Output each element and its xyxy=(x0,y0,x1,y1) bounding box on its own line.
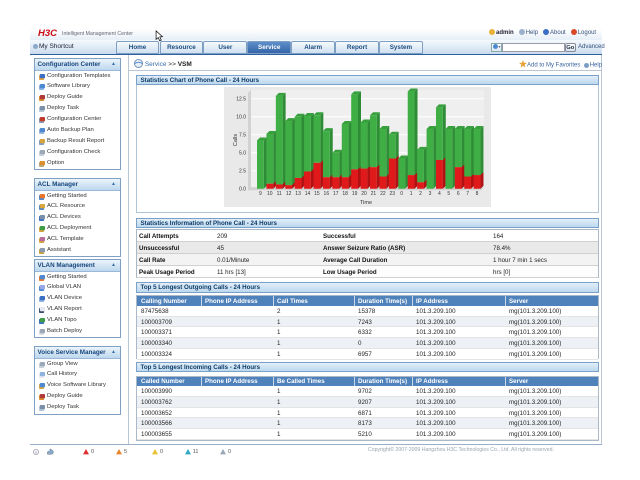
svg-text:6: 6 xyxy=(457,191,460,197)
svg-text:12: 12 xyxy=(286,191,292,197)
svg-text:9: 9 xyxy=(259,191,262,197)
svg-text:14: 14 xyxy=(305,191,311,197)
svg-text:0.0: 0.0 xyxy=(239,187,246,193)
svg-text:8: 8 xyxy=(476,191,479,197)
svg-text:4: 4 xyxy=(438,191,441,197)
svg-text:1: 1 xyxy=(410,191,413,197)
svg-text:2.5: 2.5 xyxy=(239,169,246,175)
svg-text:0: 0 xyxy=(400,191,403,197)
svg-text:17: 17 xyxy=(333,191,339,197)
svg-text:23: 23 xyxy=(389,191,395,197)
svg-text:11: 11 xyxy=(277,191,282,197)
svg-text:21: 21 xyxy=(371,191,377,197)
svg-text:5.0: 5.0 xyxy=(239,151,246,157)
svg-text:19: 19 xyxy=(352,191,358,197)
svg-text:5: 5 xyxy=(447,191,450,197)
svg-text:7: 7 xyxy=(466,191,469,197)
svg-text:2: 2 xyxy=(419,191,422,197)
svg-text:10: 10 xyxy=(267,191,273,197)
svg-text:18: 18 xyxy=(342,191,348,197)
svg-text:7.5: 7.5 xyxy=(239,133,246,139)
svg-text:Calls: Calls xyxy=(233,134,239,146)
svg-text:13: 13 xyxy=(295,191,301,197)
svg-text:20: 20 xyxy=(361,191,367,197)
svg-text:15: 15 xyxy=(314,191,320,197)
svg-text:12.5: 12.5 xyxy=(236,97,246,103)
svg-text:10.0: 10.0 xyxy=(236,115,246,121)
svg-text:22: 22 xyxy=(380,191,386,197)
svg-text:16: 16 xyxy=(324,191,330,197)
svg-text:Time: Time xyxy=(360,200,372,206)
svg-text:3: 3 xyxy=(429,191,432,197)
